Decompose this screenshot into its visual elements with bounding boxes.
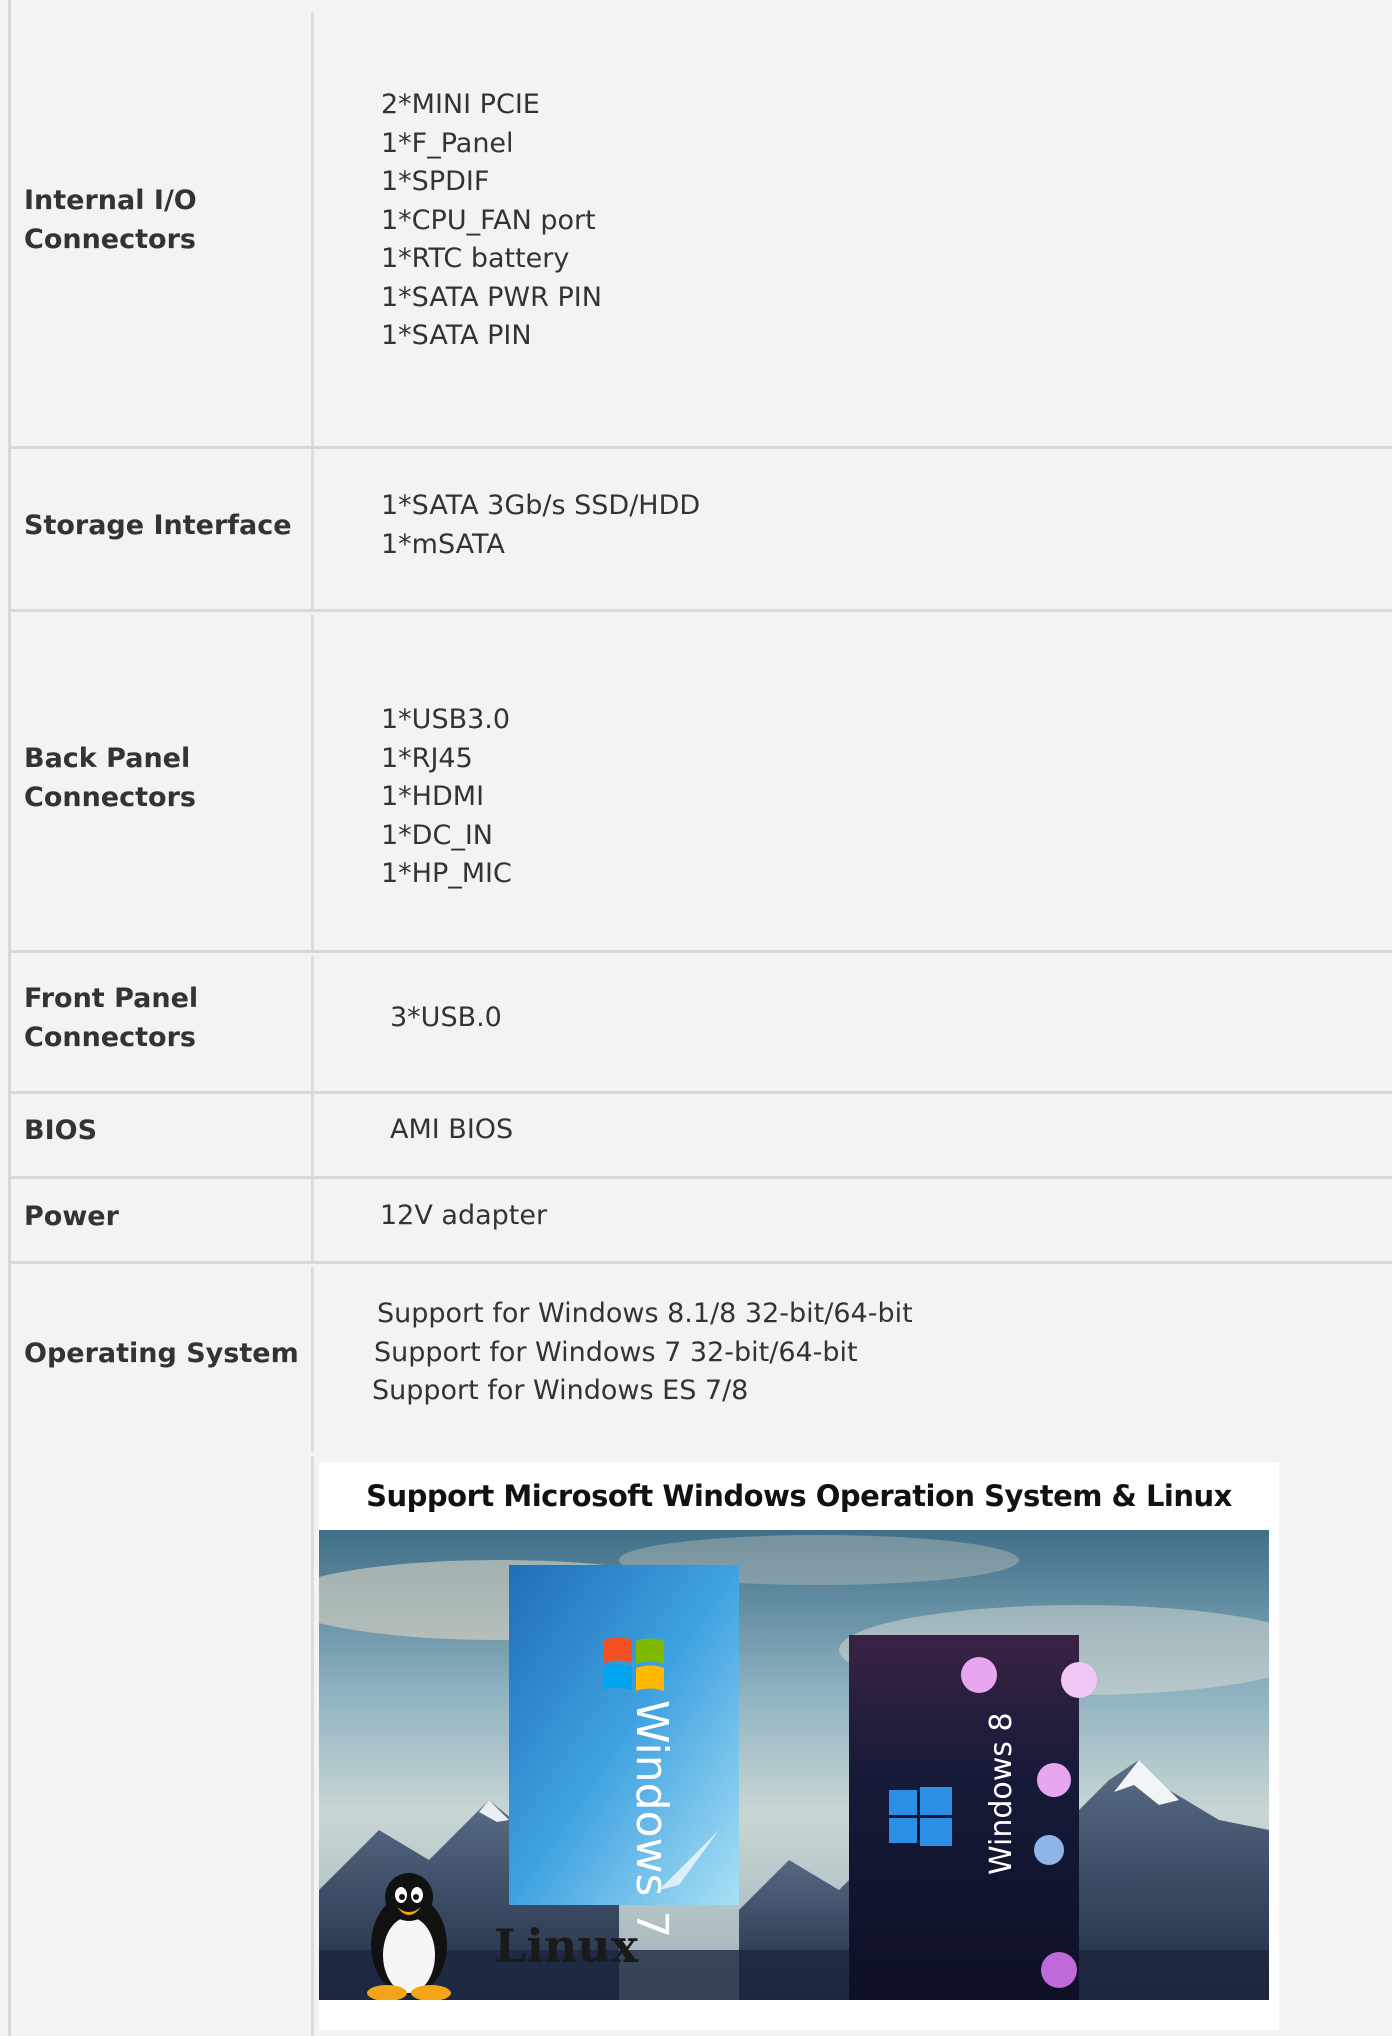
windows7-label: Windows 7	[626, 1700, 677, 1938]
linux-label: Linux	[494, 1919, 639, 1973]
list-item: 1*HP_MIC	[381, 858, 512, 889]
column-divider	[311, 615, 314, 950]
label-power: Power	[24, 1201, 119, 1232]
row-divider	[11, 950, 1392, 953]
value-bios: AMI BIOS	[390, 1111, 513, 1150]
column-divider	[311, 12, 314, 446]
windows8-label: Windows 8	[984, 1712, 1019, 1875]
label-bios: BIOS	[24, 1115, 98, 1146]
bokeh-dot	[961, 1657, 997, 1693]
value-power: 12V adapter	[380, 1197, 547, 1236]
value-storage: 1*SATA 3Gb/s SSD/HDD 1*mSATA	[381, 487, 700, 564]
windows7-panel	[509, 1565, 739, 1905]
label-back-panel: Back Panel Connectors	[24, 743, 196, 813]
bokeh-dot	[1037, 1763, 1071, 1797]
column-divider	[311, 956, 314, 1091]
list-item: 1*SATA 3Gb/s SSD/HDD	[381, 490, 701, 521]
value-front-panel: 3*USB.0	[390, 999, 502, 1038]
row-divider	[11, 446, 1392, 449]
list-item: 1*F_Panel	[381, 127, 514, 159]
list-item: 12V adapter	[380, 1200, 548, 1231]
value-os: Support for Windows 8.1/8 32-bit/64-bit …	[372, 1295, 913, 1411]
list-item: 1*HDMI	[381, 781, 485, 812]
bokeh-dot	[1034, 1835, 1064, 1865]
list-item: 1*CPU_FAN port	[381, 204, 596, 236]
os-illustration: Windows 7 Windows 8 Linux	[319, 1530, 1269, 2000]
list-item: 1*RJ45	[381, 742, 473, 774]
label-internal-io: Internal I/O Connectors	[24, 185, 197, 255]
list-item: 2*MINI PCIE	[381, 89, 540, 120]
list-item: Support for Windows ES 7/8	[372, 1375, 749, 1406]
list-item: 3*USB.0	[390, 1002, 502, 1033]
image-title: Support Microsoft Windows Operation Syst…	[319, 1462, 1279, 1530]
column-divider	[311, 1179, 314, 1261]
list-item: AMI BIOS	[390, 1114, 514, 1145]
row-divider	[11, 1091, 1392, 1094]
label-front-panel: Front Panel Connectors	[24, 983, 199, 1053]
list-item: 1*SATA PWR PIN	[381, 281, 602, 313]
column-divider	[311, 1456, 314, 2036]
row-divider	[11, 1261, 1392, 1264]
value-back-panel: 1*USB3.0 1*RJ45 1*HDMI 1*DC_IN 1*HP_MIC	[381, 701, 512, 894]
label-storage: Storage Interface	[24, 510, 292, 541]
list-item: 1*DC_IN	[381, 819, 493, 851]
list-item: 1*USB3.0	[381, 704, 511, 735]
label-os: Operating System	[24, 1338, 299, 1369]
windows8-panel	[849, 1635, 1079, 2000]
ground	[319, 1950, 1269, 2000]
list-item: 1*mSATA	[381, 528, 505, 560]
list-item: 1*SPDIF	[381, 166, 490, 197]
os-support-image: Support Microsoft Windows Operation Syst…	[319, 1462, 1279, 2030]
bokeh-dot	[1061, 1662, 1097, 1698]
list-item: Support for Windows 8.1/8 32-bit/64-bit	[377, 1298, 913, 1329]
list-item: 1*RTC battery	[381, 243, 570, 274]
list-item: Support for Windows 7 32-bit/64-bit	[374, 1336, 858, 1368]
column-divider	[311, 1094, 314, 1176]
row-divider	[11, 1176, 1392, 1179]
list-item: 1*SATA PIN	[381, 320, 532, 351]
row-divider	[11, 609, 1392, 612]
image-scene: Windows 7 Windows 8 Linux	[319, 1530, 1269, 2000]
value-internal-io: 2*MINI PCIE 1*F_Panel 1*SPDIF 1*CPU_FAN …	[381, 86, 602, 356]
bokeh-dot	[1041, 1952, 1077, 1988]
